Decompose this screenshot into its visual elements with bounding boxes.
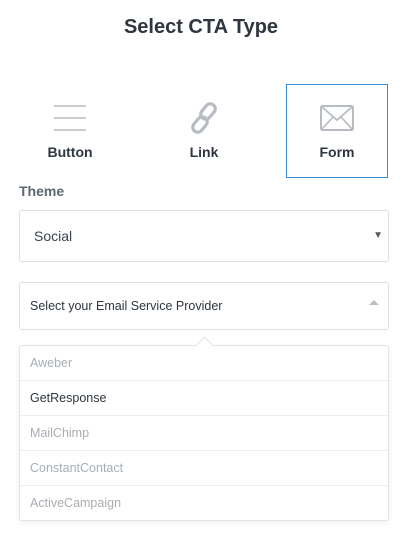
theme-select[interactable]: Social ▼ — [19, 210, 389, 262]
email-provider-placeholder: Select your Email Service Provider — [30, 299, 223, 313]
envelope-icon — [320, 105, 354, 131]
caret-down-icon: ▼ — [373, 230, 383, 241]
button-lines-icon — [54, 105, 86, 131]
cta-option-button[interactable]: Button — [19, 84, 121, 178]
email-provider-dropdown: Aweber GetResponse MailChimp ConstantCon… — [19, 336, 389, 521]
email-provider-option[interactable]: MailChimp — [20, 416, 388, 451]
email-provider-option[interactable]: GetResponse — [20, 381, 388, 416]
cta-type-selector: Button Link Form — [19, 84, 389, 178]
caret-up-icon — [369, 300, 379, 305]
cta-option-label: Form — [319, 144, 355, 160]
cta-option-form[interactable]: Form — [286, 84, 388, 178]
cta-option-link[interactable]: Link — [153, 84, 255, 178]
email-provider-option[interactable]: ActiveCampaign — [20, 486, 388, 521]
email-provider-option[interactable]: Aweber — [20, 346, 388, 381]
cta-option-label: Button — [47, 144, 93, 160]
cta-option-label: Link — [189, 144, 219, 160]
page-title: Select CTA Type — [123, 16, 279, 38]
link-chain-icon — [191, 102, 217, 134]
email-provider-select[interactable]: Select your Email Service Provider — [19, 282, 389, 330]
theme-label: Theme — [19, 183, 65, 199]
theme-select-value: Social — [34, 228, 73, 244]
email-provider-option[interactable]: ConstantContact — [20, 451, 388, 486]
